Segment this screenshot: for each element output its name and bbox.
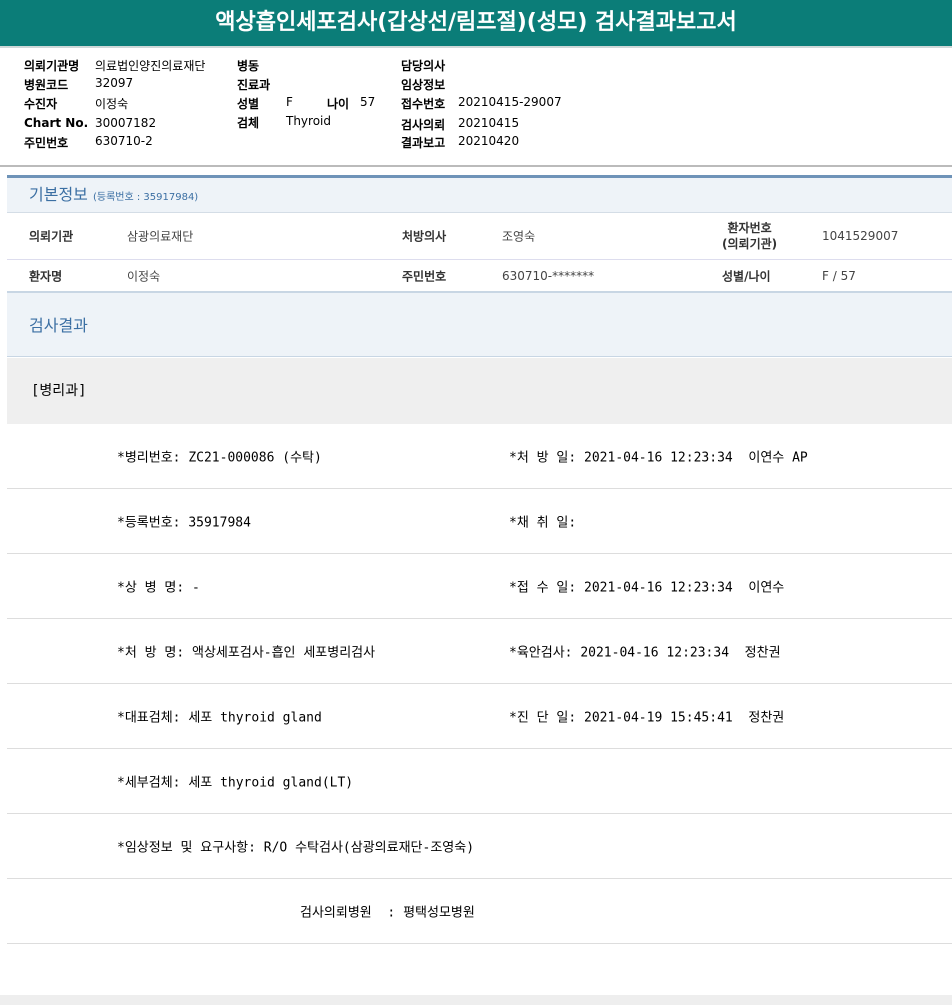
header-value: 20210420 bbox=[458, 134, 520, 148]
registration-number: (등록번호 : 35917984) bbox=[92, 192, 199, 203]
result-left: *병리번호: ZC21-000086 (수탁) bbox=[117, 450, 322, 466]
header-label: 주민번호 bbox=[24, 136, 69, 150]
result-row: *등록번호: 35917984 *채 취 일: bbox=[7, 489, 952, 554]
header-label: 나이 bbox=[327, 97, 350, 111]
result-right: *접 수 일: 2021-04-16 12:23:34 이연수 bbox=[509, 580, 785, 596]
result-left: *세부검체: 세포 thyroid gland(LT) bbox=[117, 775, 354, 791]
info-row: 의뢰기관 삼광의료재단 처방의사 조영숙 환자번호 (의뢰기관) 10415290… bbox=[7, 213, 952, 260]
field-label: 주민번호 bbox=[402, 269, 447, 284]
header-label: 수진자 bbox=[24, 97, 58, 111]
header-value: 32097 bbox=[95, 76, 134, 90]
result-right: *육안검사: 2021-04-16 12:23:34 정찬권 bbox=[509, 645, 781, 661]
field-value: 조영숙 bbox=[502, 229, 536, 244]
header-value: 57 bbox=[360, 95, 376, 109]
field-value: 630710-******* bbox=[502, 269, 595, 283]
field-label: 의뢰기관 bbox=[29, 229, 74, 244]
result-row: *세부검체: 세포 thyroid gland(LT) bbox=[7, 749, 952, 814]
header-value: 의료법인양진의료재단 bbox=[95, 59, 206, 73]
department-label: [병리과] bbox=[7, 358, 952, 424]
result-right: *처 방 일: 2021-04-16 12:23:34 이연수 AP bbox=[509, 450, 808, 466]
field-value: 삼광의료재단 bbox=[127, 229, 194, 244]
header-value: Thyroid bbox=[286, 114, 331, 128]
header-label: 임상정보 bbox=[401, 78, 446, 92]
field-label: 환자명 bbox=[29, 269, 63, 284]
header-value: 630710-2 bbox=[95, 134, 153, 148]
footer-bar bbox=[0, 995, 952, 1005]
field-label-line: (의뢰기관) bbox=[722, 237, 778, 251]
header-label: 결과보고 bbox=[401, 136, 446, 150]
field-value: 이정숙 bbox=[127, 269, 161, 284]
header-label: 성별 bbox=[237, 97, 260, 111]
result-left: *처 방 명: 액상세포검사-흡인 세포병리검사 bbox=[117, 645, 376, 661]
header-value: 30007182 bbox=[95, 116, 157, 130]
field-value: F / 57 bbox=[822, 269, 856, 283]
report-title: 액상흡인세포검사(갑상선/림프절)(성모) 검사결과보고서 bbox=[0, 0, 952, 48]
result-row: *대표검체: 세포 thyroid gland *진 단 일: 2021-04-1… bbox=[7, 684, 952, 749]
result-right: *채 취 일: bbox=[509, 515, 577, 531]
results-title: 검사결과 bbox=[7, 291, 952, 357]
result-row: *상 병 명: - *접 수 일: 2021-04-16 12:23:34 이연수 bbox=[7, 554, 952, 619]
info-row: 환자명 이정숙 주민번호 630710-******* 성별/나이 F / 57 bbox=[7, 260, 952, 293]
section-title: 기본정보 bbox=[29, 185, 88, 204]
header-label: Chart No. bbox=[24, 116, 89, 130]
field-label: 성별/나이 bbox=[722, 269, 771, 284]
header-label: 병원코드 bbox=[24, 78, 69, 92]
field-label: 환자번호 (의뢰기관) bbox=[722, 220, 777, 252]
result-left: *임상정보 및 요구사항: R/O 수탁검사(삼광의료재단-조영숙) bbox=[117, 840, 475, 856]
basic-info-section: 기본정보 (등록번호 : 35917984) 의뢰기관 삼광의료재단 처방의사 … bbox=[7, 175, 952, 293]
header-value: 이정숙 bbox=[95, 97, 129, 111]
header-label: 진료과 bbox=[237, 78, 271, 92]
header-value: F bbox=[286, 95, 293, 109]
result-left: *상 병 명: - bbox=[117, 580, 200, 596]
field-label-line: 환자번호 bbox=[727, 221, 772, 235]
header-label: 의뢰기관명 bbox=[24, 59, 80, 73]
requesting-hospital: 검사의뢰병원 : 평택성모병원 bbox=[300, 905, 475, 921]
result-row: *임상정보 및 요구사항: R/O 수탁검사(삼광의료재단-조영숙) bbox=[7, 814, 952, 879]
header-label: 병동 bbox=[237, 59, 260, 73]
results-rows: *병리번호: ZC21-000086 (수탁) *처 방 일: 2021-04-1… bbox=[7, 424, 952, 944]
result-right: *진 단 일: 2021-04-19 15:45:41 정찬권 bbox=[509, 710, 785, 726]
header-label: 검체 bbox=[237, 116, 260, 130]
field-label: 처방의사 bbox=[402, 229, 447, 244]
header-value: 20210415 bbox=[458, 116, 520, 130]
result-row: *병리번호: ZC21-000086 (수탁) *처 방 일: 2021-04-1… bbox=[7, 424, 952, 489]
result-left: *등록번호: 35917984 bbox=[117, 515, 251, 531]
header-label: 접수번호 bbox=[401, 97, 446, 111]
result-row: 검사의뢰병원 : 평택성모병원 bbox=[7, 879, 952, 944]
header-value: 20210415-29007 bbox=[458, 95, 562, 109]
result-left: *대표검체: 세포 thyroid gland bbox=[117, 710, 322, 726]
header-label: 담당의사 bbox=[401, 59, 446, 73]
result-row: *처 방 명: 액상세포검사-흡인 세포병리검사 *육안검사: 2021-04-1… bbox=[7, 619, 952, 684]
report-header: 의뢰기관명 의료법인양진의료재단 병원코드 32097 수진자 이정숙 Char… bbox=[0, 48, 952, 167]
header-label: 검사의뢰 bbox=[401, 118, 446, 132]
field-value: 1041529007 bbox=[822, 229, 899, 243]
